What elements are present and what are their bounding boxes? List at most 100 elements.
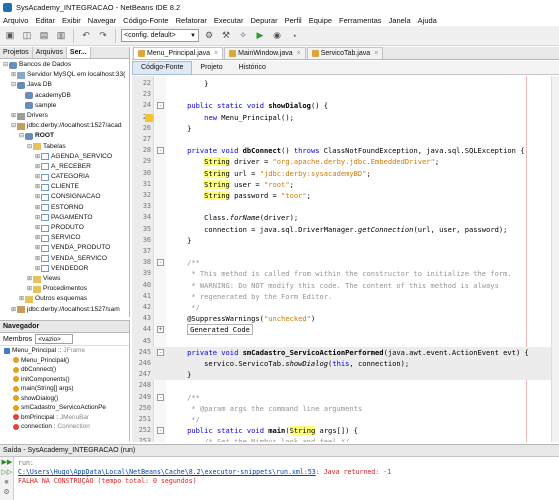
code-line[interactable]: 31 String user = "root"; bbox=[132, 179, 551, 190]
navigator-item[interactable]: connection : Connection bbox=[0, 422, 129, 432]
output-error-link[interactable]: C:\Users\Hugo\AppData\Local\NetBeans\Cac… bbox=[18, 468, 316, 476]
tree-node[interactable]: ⊟ Tabelas bbox=[0, 142, 129, 152]
code-line[interactable]: 28 private void dbConnect() throws Class… bbox=[132, 145, 551, 156]
expand-icon[interactable]: ⊞ bbox=[34, 233, 41, 243]
menu-item[interactable]: Executar bbox=[214, 16, 244, 25]
gear-icon[interactable]: ⚙ bbox=[202, 29, 216, 43]
editor-view-tab[interactable]: Histórico bbox=[231, 61, 274, 75]
editor-view-tab[interactable]: Código-Fonte bbox=[132, 60, 193, 75]
tree-node[interactable]: ⊞ ESTORNO bbox=[0, 203, 129, 213]
tree-node[interactable]: ⊞ CONSIGNACAO bbox=[0, 192, 129, 202]
navigator-item[interactable]: bmPrincipal : JMenuBar bbox=[0, 413, 129, 423]
code-line[interactable]: 247 } bbox=[132, 369, 551, 381]
tree-node[interactable]: ⊞ A_RECEBER bbox=[0, 162, 129, 172]
tree-node[interactable]: ⊞ VENDEDOR bbox=[0, 264, 129, 274]
code-line[interactable]: 30 String url = "jdbc:derby:sysacademyBD… bbox=[132, 168, 551, 179]
menu-item[interactable]: Editar bbox=[35, 16, 55, 25]
tree-node[interactable]: ⊞ CLIENTE bbox=[0, 182, 129, 192]
fold-collapse-icon[interactable]: - bbox=[157, 348, 164, 356]
editor-tab[interactable]: MainWindow.java × bbox=[224, 47, 306, 59]
panel-tab[interactable]: Arquivos bbox=[33, 47, 67, 58]
navigator-item[interactable]: initComponents() bbox=[0, 375, 129, 385]
run-icon[interactable]: ▶ bbox=[253, 29, 267, 43]
expand-icon[interactable]: ⊞ bbox=[34, 213, 41, 223]
expand-icon[interactable]: ⊞ bbox=[18, 294, 25, 304]
code-line[interactable]: 27 bbox=[132, 134, 551, 145]
code-line[interactable]: 40 * WARNING: Do NOT modify this code. T… bbox=[132, 280, 551, 291]
code-line[interactable]: 45 bbox=[132, 336, 551, 347]
redo-icon[interactable]: ↷ bbox=[96, 29, 110, 43]
expand-icon[interactable]: ⊞ bbox=[26, 284, 33, 294]
code-line[interactable]: 42 */ bbox=[132, 302, 551, 313]
undo-icon[interactable]: ↶ bbox=[79, 29, 93, 43]
code-line[interactable]: 41 * regenerated by the Form Editor. bbox=[132, 291, 551, 302]
expand-icon[interactable]: ⊞ bbox=[10, 111, 17, 121]
expand-icon[interactable]: ⊞ bbox=[34, 243, 41, 253]
expand-icon[interactable]: ⊞ bbox=[34, 162, 41, 172]
code-line[interactable]: 39 * This method is called from within t… bbox=[132, 268, 551, 279]
close-icon[interactable]: × bbox=[374, 48, 378, 60]
code-line[interactable]: 252 public static void main(String args[… bbox=[132, 425, 551, 436]
menu-item[interactable]: Arquivo bbox=[3, 16, 28, 25]
tree-node[interactable]: ⊞ CATEGORIA bbox=[0, 172, 129, 182]
collapse-icon[interactable]: ⊟ bbox=[18, 131, 25, 141]
code-line[interactable]: 249 /** - bbox=[132, 392, 551, 403]
editor-view-tab[interactable]: Projeto bbox=[192, 61, 230, 75]
tree-node[interactable]: ⊞ Drivers bbox=[0, 111, 129, 121]
save-all-icon[interactable]: ▥ bbox=[54, 29, 68, 43]
expand-icon[interactable]: ⊞ bbox=[10, 70, 17, 80]
expand-icon[interactable]: ⊞ bbox=[26, 274, 33, 284]
tree-node[interactable]: ⊞ Procedimentos bbox=[0, 284, 129, 294]
menu-item[interactable]: Janela bbox=[389, 16, 411, 25]
tree-node[interactable]: ⊞ PRODUTO bbox=[0, 223, 129, 233]
expand-icon[interactable]: ⊞ bbox=[34, 192, 41, 202]
expand-icon[interactable]: ⊞ bbox=[34, 152, 41, 162]
tree-node[interactable]: ⊞ Views bbox=[0, 274, 129, 284]
build-icon[interactable]: ⚒ bbox=[219, 29, 233, 43]
expand-icon[interactable]: ⊞ bbox=[34, 182, 41, 192]
tree-node[interactable]: ⊞ AGENDA_SERVICO bbox=[0, 152, 129, 162]
code-line[interactable]: 36 } bbox=[132, 235, 551, 246]
code-line[interactable]: 37 bbox=[132, 246, 551, 257]
code-editor[interactable]: 22 } 23 24 public static void showDialog()… bbox=[132, 76, 559, 442]
tree-node[interactable]: ⊞ VENDA_PRODUTO bbox=[0, 243, 129, 253]
debug-icon[interactable]: ◉ bbox=[270, 29, 284, 43]
new-project-icon[interactable]: ◫ bbox=[20, 29, 34, 43]
code-line[interactable]: 44 Generated Code + bbox=[132, 324, 551, 336]
code-line[interactable]: 246 servico.ServicoTab.showDialog(this, … bbox=[132, 358, 551, 370]
tree-node[interactable]: ⊞ VENDA_SERVICO bbox=[0, 254, 129, 264]
expand-icon[interactable]: ⊞ bbox=[34, 264, 41, 274]
code-line[interactable]: 33 bbox=[132, 201, 551, 212]
lightbulb-hint-icon[interactable] bbox=[145, 113, 153, 122]
fold-collapse-icon[interactable]: - bbox=[157, 147, 164, 155]
panel-tab[interactable]: Ser... bbox=[66, 47, 91, 58]
close-icon[interactable]: × bbox=[297, 48, 301, 60]
navigator-item[interactable]: Menu_Principal() bbox=[0, 356, 129, 366]
code-line[interactable]: 245 private void smCadastro_ServicoActio… bbox=[132, 346, 551, 358]
stop-icon[interactable]: ■ bbox=[2, 479, 12, 487]
code-line[interactable]: 22 } bbox=[132, 78, 551, 89]
code-line[interactable]: 43 @SuppressWarnings("unchecked") bbox=[132, 313, 551, 324]
navigator-item[interactable]: Menu_Principal :: JFrame bbox=[0, 346, 129, 356]
navigator-item[interactable]: main(String[] args) bbox=[0, 384, 129, 394]
code-line[interactable]: 34 Class.forName(driver); bbox=[132, 212, 551, 223]
code-line[interactable]: 35 connection = java.sql.DriverManager.g… bbox=[132, 224, 551, 235]
run-again-icon[interactable]: ▷▷ bbox=[2, 469, 13, 477]
tree-node[interactable]: sample bbox=[0, 101, 129, 111]
menu-item[interactable]: Perfil bbox=[285, 16, 302, 25]
navigator-item[interactable]: smCadastro_ServicoActionPe bbox=[0, 403, 129, 413]
collapse-icon[interactable]: ⊟ bbox=[10, 80, 17, 90]
fold-collapse-icon[interactable]: - bbox=[157, 259, 164, 267]
fold-expand-icon[interactable]: + bbox=[157, 326, 164, 334]
menu-item[interactable]: Exibir bbox=[62, 16, 81, 25]
settings-icon[interactable]: ⚙ bbox=[2, 489, 12, 497]
collapse-icon[interactable]: ⊟ bbox=[10, 121, 17, 131]
expand-icon[interactable]: ⊞ bbox=[34, 172, 41, 182]
code-line[interactable]: 32 String password = "toor"; bbox=[132, 190, 551, 201]
menu-item[interactable]: Depurar bbox=[250, 16, 277, 25]
code-line[interactable]: 38 /** - bbox=[132, 257, 551, 268]
code-line[interactable]: 253 /* Set the Nimbus look and feel */ bbox=[132, 436, 551, 442]
fold-collapse-icon[interactable]: - bbox=[157, 393, 164, 401]
menu-item[interactable]: Ferramentas bbox=[339, 16, 382, 25]
tree-node[interactable]: ⊞ PAGAMENTO bbox=[0, 213, 129, 223]
